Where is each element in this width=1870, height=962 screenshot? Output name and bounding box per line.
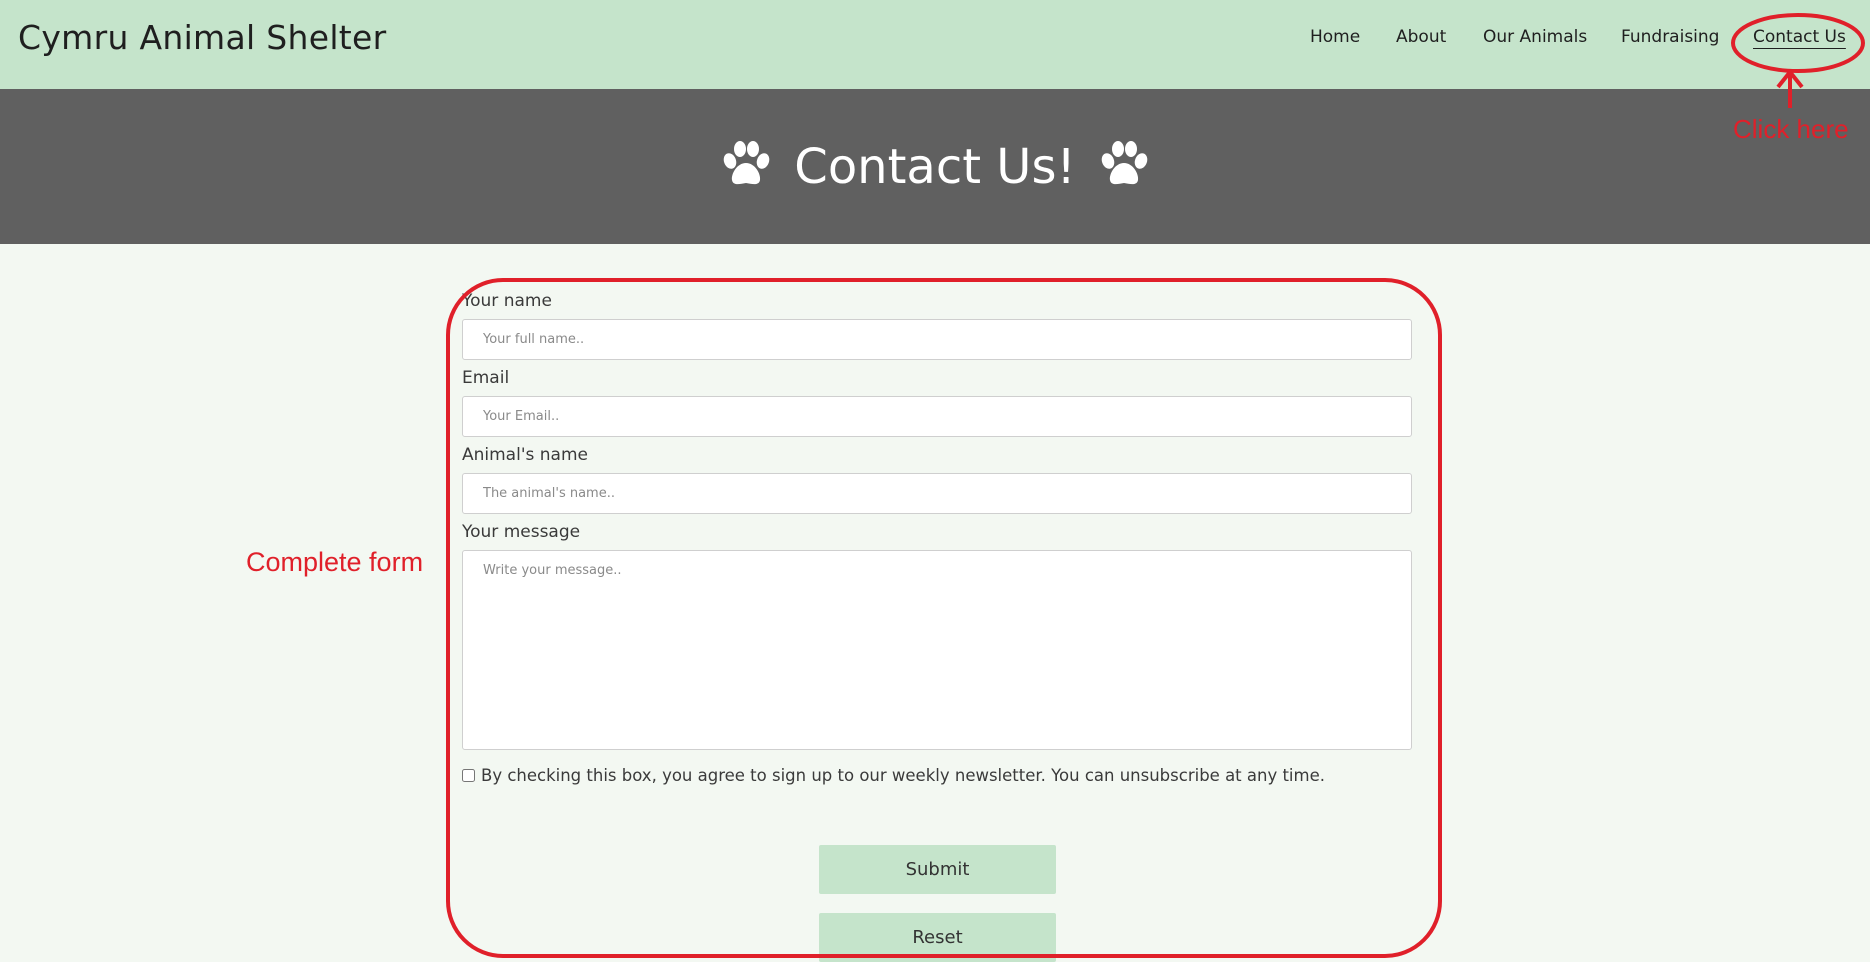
nav-home[interactable]: Home xyxy=(1310,27,1360,47)
site-header: Cymru Animal Shelter Home About Our Anim… xyxy=(0,0,1870,89)
paw-icon xyxy=(723,141,770,185)
page-hero: Contact Us! xyxy=(0,89,1870,244)
page-title-text: Contact Us! xyxy=(794,139,1076,195)
annotation-click-here: Click here xyxy=(1733,114,1849,144)
page-title: Contact Us! xyxy=(0,137,1870,197)
main-nav: Home About Our Animals Fundraising Conta… xyxy=(0,27,1870,57)
nav-fundraising[interactable]: Fundraising xyxy=(1621,27,1719,47)
email-input[interactable] xyxy=(462,396,1412,437)
submit-button[interactable]: Submit xyxy=(819,845,1056,894)
name-label: Your name xyxy=(462,291,552,311)
nav-contact-us[interactable]: Contact Us xyxy=(1753,27,1846,47)
animal-name-input[interactable] xyxy=(462,473,1412,514)
animal-name-label: Animal's name xyxy=(462,445,588,465)
annotation-complete-form: Complete form xyxy=(246,547,424,577)
reset-button[interactable]: Reset xyxy=(819,913,1056,962)
nav-our-animals[interactable]: Our Animals xyxy=(1483,27,1587,47)
newsletter-row: By checking this box, you agree to sign … xyxy=(462,766,1325,785)
message-label: Your message xyxy=(462,522,581,542)
newsletter-label[interactable]: By checking this box, you agree to sign … xyxy=(481,766,1325,785)
email-label: Email xyxy=(462,368,510,388)
name-input[interactable] xyxy=(462,319,1412,360)
message-textarea[interactable] xyxy=(462,550,1412,750)
nav-about[interactable]: About xyxy=(1396,27,1446,47)
newsletter-checkbox[interactable] xyxy=(462,769,475,782)
paw-icon xyxy=(1101,141,1148,185)
